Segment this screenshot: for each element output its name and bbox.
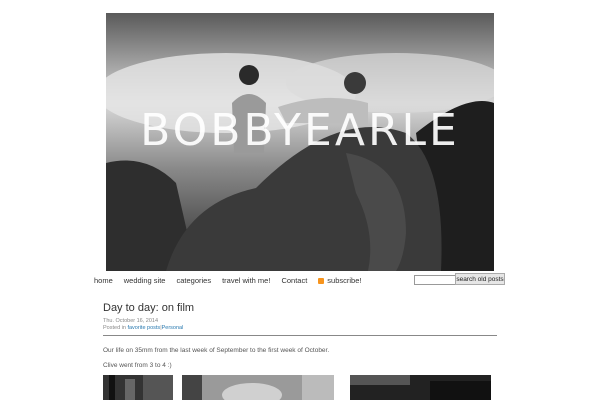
post-photo-thumbnail[interactable]: [103, 375, 173, 400]
nav-home[interactable]: home: [94, 276, 113, 285]
category-link-favorite-posts[interactable]: favorite posts: [127, 325, 160, 331]
nav-travel-with-me[interactable]: travel with me!: [222, 276, 270, 285]
search-button[interactable]: search old posts: [455, 273, 505, 285]
nav-subscribe[interactable]: subscribe!: [318, 276, 361, 285]
header-banner-photo[interactable]: BOBBYEARLE: [106, 13, 494, 271]
post-paragraph: Our life on 35mm from the last week of S…: [103, 347, 330, 354]
rss-icon: [318, 277, 325, 284]
photo-image: [350, 375, 491, 400]
search-input[interactable]: [414, 275, 458, 285]
posted-in-label: Posted in: [103, 325, 126, 331]
post-date: Thu. October 16, 2014: [103, 318, 159, 324]
nav-subscribe-label: subscribe!: [327, 275, 362, 285]
nav-categories[interactable]: categories: [176, 276, 211, 285]
post-photo-thumbnail[interactable]: [182, 375, 334, 400]
site-title[interactable]: BOBBYEARLE: [106, 109, 494, 153]
post-title[interactable]: Day to day: on film: [103, 302, 194, 314]
photo-image: [182, 375, 334, 400]
photo-image: [103, 375, 173, 400]
post-photo-thumbnail[interactable]: [350, 375, 491, 400]
post-divider: [103, 335, 497, 336]
nav-wedding-site[interactable]: wedding site: [124, 276, 166, 285]
nav-contact[interactable]: Contact: [281, 276, 307, 285]
post-meta: Posted in favorite posts|Personal: [103, 325, 183, 331]
category-link-personal[interactable]: Personal: [162, 325, 184, 331]
post-paragraph: Clive went from 3 to 4 :): [103, 362, 172, 369]
